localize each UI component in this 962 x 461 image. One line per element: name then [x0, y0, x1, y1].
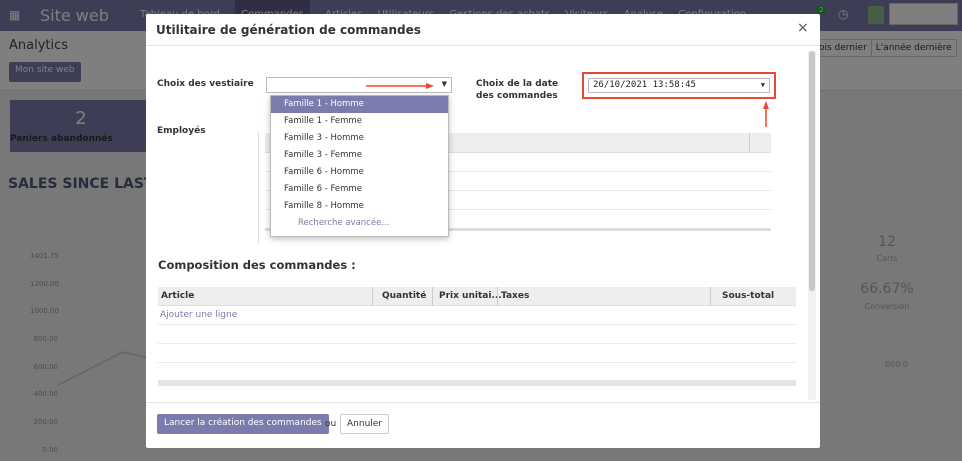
arrow-right-icon — [366, 83, 434, 89]
arrow-up-icon — [763, 101, 769, 127]
annotation-arrows — [366, 83, 769, 127]
